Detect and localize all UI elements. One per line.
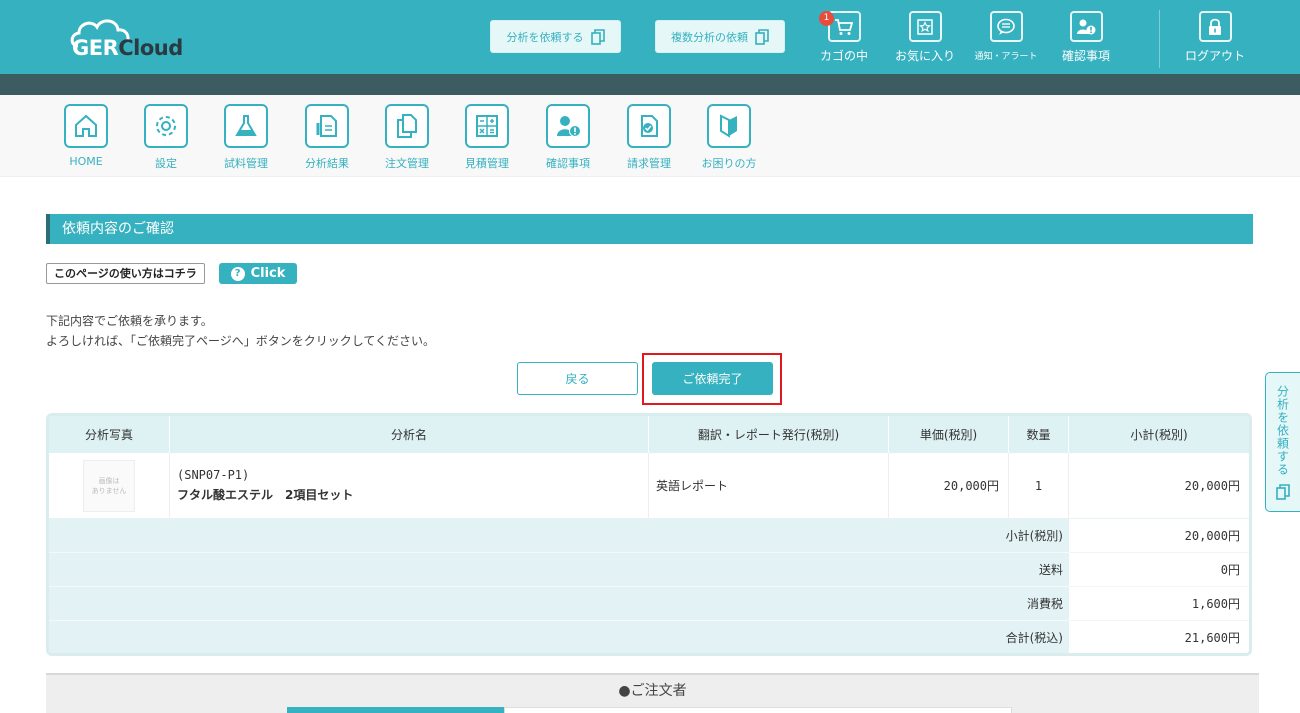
menu-billing-management[interactable]: 請求管理 xyxy=(611,104,687,171)
notifications-button[interactable]: 通知・アラート xyxy=(971,11,1041,67)
report-icon xyxy=(305,104,349,148)
col-header-quantity: 数量 xyxy=(1009,416,1069,453)
complete-request-button[interactable]: ご依頼完了 xyxy=(652,362,773,395)
lock-icon xyxy=(1198,11,1232,42)
logout-button[interactable]: ログアウト xyxy=(1180,11,1250,67)
analysis-name: フタル酸エステル 2項目セット xyxy=(177,488,354,502)
col-header-unit-price: 単価(税別) xyxy=(889,416,1009,453)
home-icon xyxy=(64,104,108,148)
col-header-photo: 分析写真 xyxy=(49,416,170,453)
section-title: 依頼内容のご確認 xyxy=(46,214,1253,244)
chat-icon xyxy=(989,11,1023,42)
user-alert-icon xyxy=(546,104,590,148)
invoice-icon xyxy=(627,104,671,148)
top-header: GERCloud 分析を依頼する 複数分析の依頼 1 カゴの中 お気に入り 通知… xyxy=(0,0,1300,74)
menu-quote-management[interactable]: 見積管理 xyxy=(449,104,525,171)
menu-home[interactable]: HOME xyxy=(48,104,124,168)
no-image-placeholder: 画像は ありません xyxy=(83,459,135,512)
gear-icon xyxy=(144,104,188,148)
side-request-analysis-tab[interactable]: 分析を依頼する xyxy=(1265,372,1300,512)
table-row-subtotal: 20,000円 xyxy=(1069,453,1249,519)
howto-label: このページの使い方はコチラ xyxy=(46,263,205,284)
star-icon xyxy=(908,11,942,42)
summary-row-tax: 消費税 1,600円 xyxy=(49,587,1249,621)
copy-icon xyxy=(755,28,769,45)
request-analysis-button[interactable]: 分析を依頼する xyxy=(490,20,621,53)
table-row-photo: 画像は ありません xyxy=(49,453,170,519)
user-alert-icon xyxy=(1069,11,1103,42)
documents-icon xyxy=(385,104,429,148)
menu-help[interactable]: お困りの方 xyxy=(691,104,767,171)
cart-count-badge: 1 xyxy=(819,11,834,26)
copy-icon xyxy=(590,28,605,45)
menu-analysis-results[interactable]: 分析結果 xyxy=(289,104,365,171)
table-row-quantity: 1 xyxy=(1009,453,1069,519)
confirm-items-button[interactable]: 確認事項 xyxy=(1051,11,1121,67)
orderer-tab-inactive[interactable] xyxy=(504,707,1012,713)
copy-icon xyxy=(1276,484,1290,500)
summary-row-subtotal: 小計(税別) 20,000円 xyxy=(49,519,1249,553)
back-button[interactable]: 戻る xyxy=(517,362,638,395)
table-row-unit-price: 20,000円 xyxy=(889,453,1009,519)
header-dark-band xyxy=(0,74,1300,95)
order-table: 分析写真 分析名 翻訳・レポート発行(税別) 単価(税別) 数量 小計(税別) … xyxy=(46,413,1252,656)
header-divider xyxy=(1159,10,1160,68)
menu-confirm-items[interactable]: 確認事項 xyxy=(530,104,606,171)
table-row-name: (SNP07-P1) フタル酸エステル 2項目セット xyxy=(170,453,649,519)
cart-button[interactable]: 1 カゴの中 xyxy=(809,11,879,67)
intro-text: 下記内容でご依頼を承ります。 よろしければ、「ご依頼完了ページへ」ボタンをクリッ… xyxy=(46,314,436,348)
gercloud-logo[interactable]: GERCloud xyxy=(70,14,200,62)
calculator-icon xyxy=(465,104,509,148)
menu-settings[interactable]: 設定 xyxy=(128,104,204,171)
beginner-icon xyxy=(707,104,751,148)
summary-row-total: 合計(税込) 21,600円 xyxy=(49,621,1249,653)
howto-click-button[interactable]: ? Click xyxy=(219,263,297,284)
question-icon: ? xyxy=(230,266,245,281)
orderer-tab-active[interactable] xyxy=(287,707,504,713)
col-header-name: 分析名 xyxy=(170,416,649,453)
menu-order-management[interactable]: 注文管理 xyxy=(369,104,445,171)
multi-analysis-button[interactable]: 複数分析の依頼 xyxy=(655,20,785,53)
favorites-button[interactable]: お気に入り xyxy=(890,11,960,67)
analysis-code: (SNP07-P1) xyxy=(177,468,250,482)
col-header-subtotal: 小計(税別) xyxy=(1069,416,1249,453)
col-header-report: 翻訳・レポート発行(税別) xyxy=(649,416,889,453)
flask-icon xyxy=(224,104,268,148)
table-row-report: 英語レポート xyxy=(649,453,889,519)
menu-sample-management[interactable]: 試料管理 xyxy=(208,104,284,171)
summary-row-shipping: 送料 0円 xyxy=(49,553,1249,587)
main-menu: HOME 設定 試料管理 分析結果 注文管理 見積管理 確認事項 請求管理 お困… xyxy=(0,95,1300,177)
